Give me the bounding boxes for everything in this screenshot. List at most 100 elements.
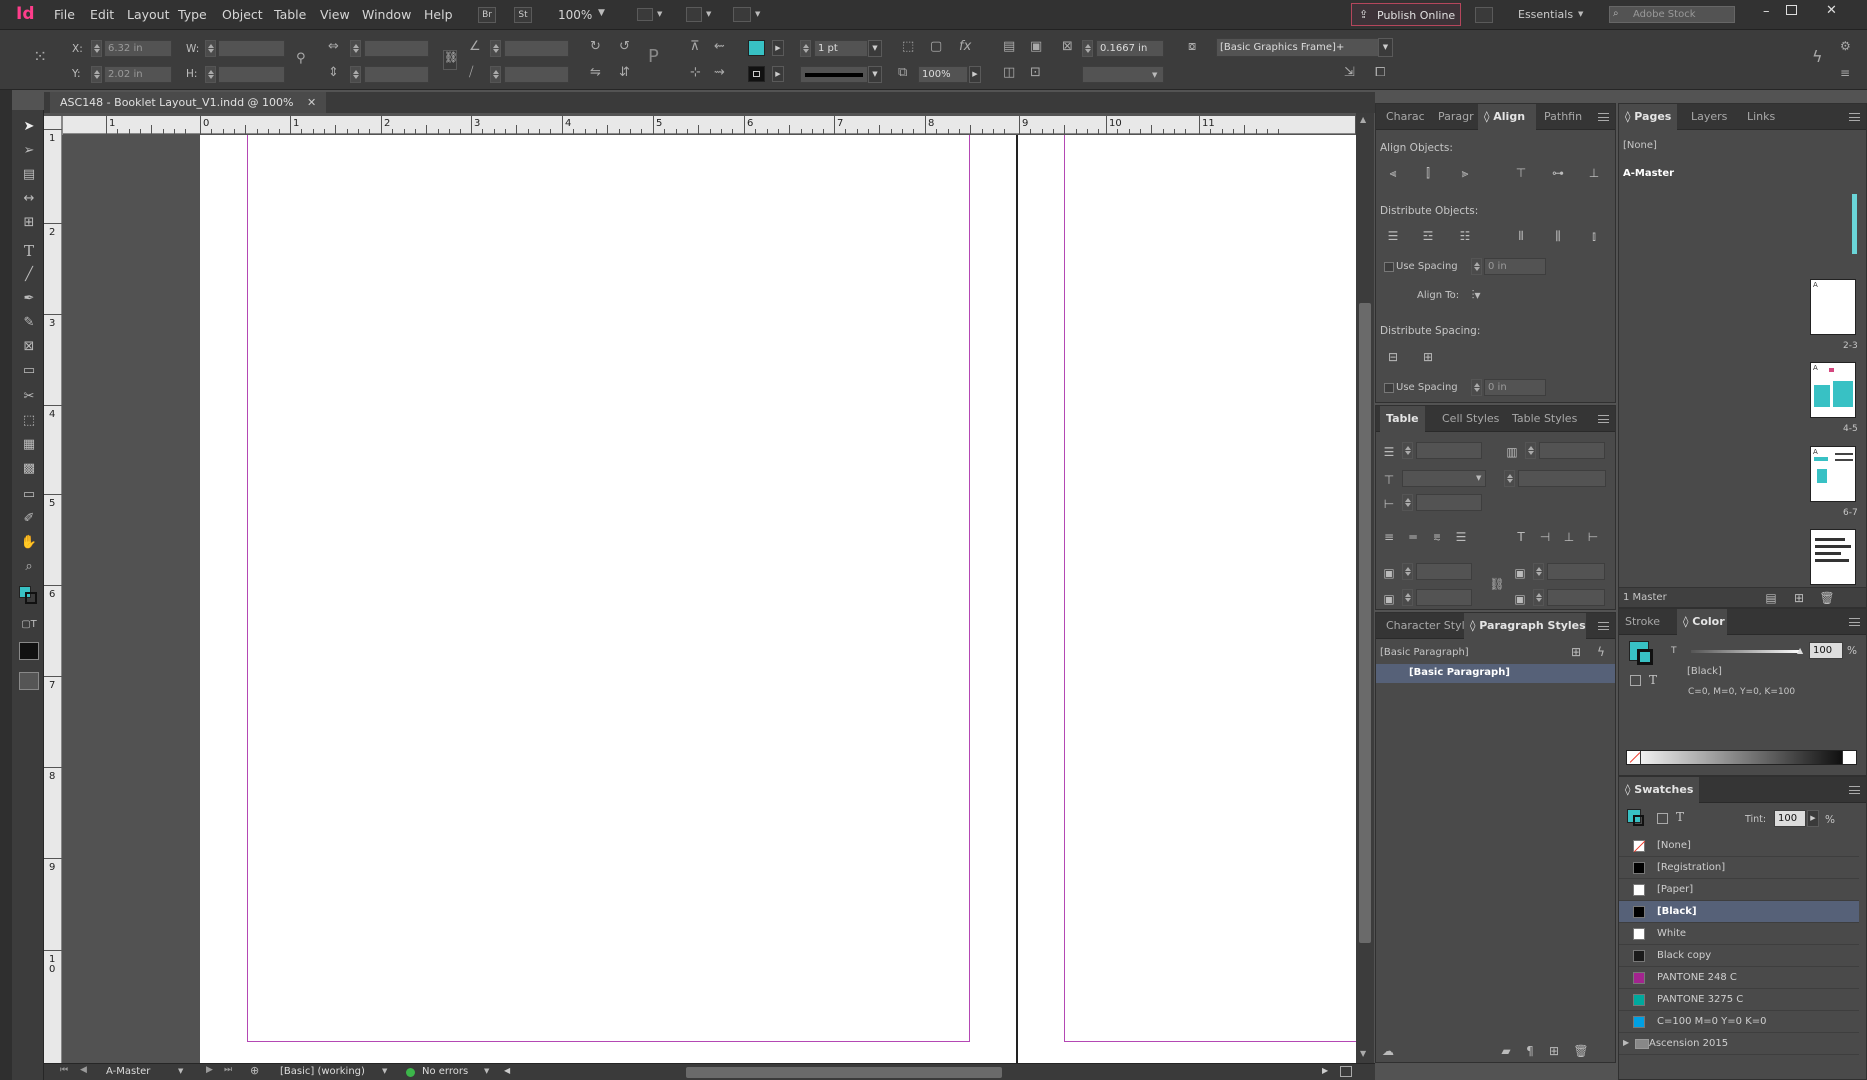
scale-x-stepper[interactable] [350, 40, 361, 57]
menu-edit[interactable]: Edit [90, 7, 114, 22]
shear-field[interactable] [504, 66, 569, 83]
menu-window[interactable]: Window [362, 7, 411, 22]
chevron-down-icon[interactable]: ▼ [1378, 38, 1393, 57]
select-previous-icon[interactable]: ⇜ [714, 40, 725, 54]
spread-8-thumbnail[interactable] [1810, 529, 1856, 585]
row-height-mode[interactable] [1402, 470, 1486, 487]
swatch-row[interactable]: PANTONE 248 C [1619, 967, 1859, 989]
ref-value-field[interactable]: 0.1667 in [1096, 40, 1164, 57]
display-performance-icon[interactable] [686, 7, 702, 22]
link-scale-icon[interactable]: ⛓ [443, 50, 458, 70]
sync-settings-icon[interactable] [1475, 7, 1493, 23]
stroke-weight-stepper[interactable] [800, 40, 811, 57]
distribute-v-center-icon[interactable]: ☲ [1420, 228, 1436, 244]
rectangle-tool-icon[interactable]: ▭ [20, 362, 38, 380]
document-tab[interactable]: ASC148 - Booklet Layout_V1.indd @ 100% ✕ [50, 92, 327, 113]
apply-color-icon[interactable] [19, 642, 39, 660]
rectangle-frame-tool-icon[interactable]: ⊠ [20, 338, 38, 356]
align-v-center-icon[interactable]: ⊶ [1550, 165, 1566, 181]
line-tool-icon[interactable]: ╱ [20, 266, 38, 284]
rows-stepper[interactable] [1402, 442, 1413, 459]
content-collector-icon[interactable]: ⊞ [20, 214, 38, 232]
distribute-left-icon[interactable]: ⦀ [1513, 228, 1529, 244]
y-field[interactable]: 2.02 in [104, 66, 172, 83]
open-page-icon[interactable]: ⊕ [250, 1064, 259, 1077]
tab-swatches[interactable]: ◊ Swatches [1619, 777, 1699, 803]
select-next-icon[interactable]: ⇝ [714, 66, 725, 80]
pen-tool-icon[interactable]: ✒ [20, 290, 38, 308]
swatch-row[interactable]: Black copy [1619, 945, 1859, 967]
rotate-cw-icon[interactable]: ↻ [590, 40, 601, 54]
use-spacing-2-checkbox[interactable] [1384, 383, 1394, 393]
pencil-tool-icon[interactable]: ✎ [20, 314, 38, 332]
selection-tool-icon[interactable]: ➤ [20, 118, 38, 136]
panel-menu-icon[interactable] [1598, 415, 1609, 423]
scale-x-field[interactable] [364, 40, 429, 57]
text-t-icon[interactable]: T [1676, 810, 1684, 824]
spread-2-3-thumbnail[interactable]: A [1810, 279, 1856, 335]
expand-arrow-icon[interactable]: ▶ [1623, 1038, 1629, 1047]
swatch-row[interactable]: ▶ Ascension 2015 [1619, 1033, 1859, 1055]
rotate-text-180-icon[interactable]: ⊥ [1561, 529, 1577, 545]
center-content-icon[interactable]: ⊡ [1030, 66, 1041, 80]
align-text-top-icon[interactable]: ≡ [1381, 529, 1397, 545]
tint-slider[interactable] [1691, 650, 1801, 653]
columns-field[interactable] [1539, 442, 1605, 459]
preflight-profile[interactable]: [Basic] (working) [280, 1066, 365, 1077]
shear-stepper[interactable] [490, 66, 501, 83]
ref-value-stepper[interactable] [1082, 40, 1093, 57]
chevron-down-icon[interactable]: ▼ [598, 8, 605, 18]
spacing-2-field[interactable]: 0 in [1484, 379, 1546, 396]
text-wrap-icon[interactable]: ▤ [1003, 40, 1015, 54]
row-height-stepper[interactable] [1504, 470, 1515, 487]
fitting-frame-icon[interactable]: ▣ [1030, 40, 1042, 54]
gradient-swatch-tool-icon[interactable]: ▦ [20, 436, 38, 454]
chevron-down-icon[interactable]: ▼ [868, 66, 882, 83]
align-h-center-icon[interactable]: ⫿ [1420, 165, 1436, 181]
workspace-switcher[interactable]: Essentials [1518, 8, 1573, 21]
scroll-thumb[interactable] [1359, 303, 1371, 943]
menu-layout[interactable]: Layout [127, 7, 170, 22]
chevron-down-icon[interactable]: ▼ [755, 10, 760, 18]
x-stepper[interactable] [91, 40, 102, 57]
horizontal-scroll-thumb[interactable] [686, 1067, 1002, 1078]
minimize-icon[interactable]: – [1763, 4, 1770, 19]
scroll-right-icon[interactable]: ▶ [1322, 1066, 1328, 1075]
column-width-field[interactable] [1416, 494, 1482, 511]
x-field[interactable]: 6.32 in [104, 40, 172, 57]
flip-h-icon[interactable]: ⇋ [590, 66, 601, 80]
chevron-down-icon[interactable]: ▼ [868, 40, 882, 57]
pasteboard[interactable] [63, 135, 1364, 1063]
swatch-row[interactable]: [None] [1619, 835, 1859, 857]
last-page-icon[interactable]: ⏭ [224, 1065, 232, 1075]
new-style-group-icon[interactable]: ⊞ [1568, 644, 1584, 660]
h-field[interactable] [218, 66, 285, 83]
align-text-center-icon[interactable]: ═ [1405, 529, 1421, 545]
tab-pages[interactable]: ◊ Pages [1619, 104, 1677, 130]
distribute-top-icon[interactable]: ☰ [1385, 228, 1401, 244]
rotate-stepper[interactable] [490, 40, 501, 57]
left-inset-field[interactable] [1547, 563, 1605, 580]
spread-6-7-thumbnail[interactable]: A [1810, 446, 1856, 502]
top-inset-field[interactable] [1416, 563, 1472, 580]
vertical-ruler[interactable]: 1 2 3 4 5 6 7 8 9 1 0 [44, 116, 62, 1063]
menu-table[interactable]: Table [274, 7, 306, 22]
select-content-icon[interactable]: ⊹ [690, 66, 701, 80]
right-inset-field[interactable] [1547, 589, 1605, 606]
swatch-row[interactable]: [Registration] [1619, 857, 1859, 879]
panel-menu-icon[interactable]: ≡ [1840, 66, 1850, 80]
spread-4-5-thumbnail[interactable]: A [1810, 362, 1856, 418]
swatch-row[interactable]: C=100 M=0 Y=0 K=0 [1619, 1011, 1859, 1033]
scale-y-field[interactable] [364, 66, 429, 83]
container-icon[interactable] [1657, 813, 1668, 824]
panel-menu-icon[interactable] [1849, 113, 1860, 121]
first-page-icon[interactable]: ⏮ [60, 1065, 68, 1075]
split-window-icon[interactable] [1340, 1066, 1352, 1077]
horizontal-ruler[interactable]: 1 0 1 2 3 4 5 6 7 8 9 10 11 [63, 116, 1355, 134]
tab-character[interactable]: Charac [1380, 104, 1428, 130]
columns-stepper[interactable] [1525, 442, 1536, 459]
stock-search-field[interactable]: ⌕ Adobe Stock [1609, 6, 1735, 23]
constrain-proportions-icon[interactable]: ⚲ [296, 52, 306, 66]
distribute-bottom-icon[interactable]: ☷ [1457, 228, 1473, 244]
chevron-down-icon[interactable]: ▼ [657, 10, 662, 18]
